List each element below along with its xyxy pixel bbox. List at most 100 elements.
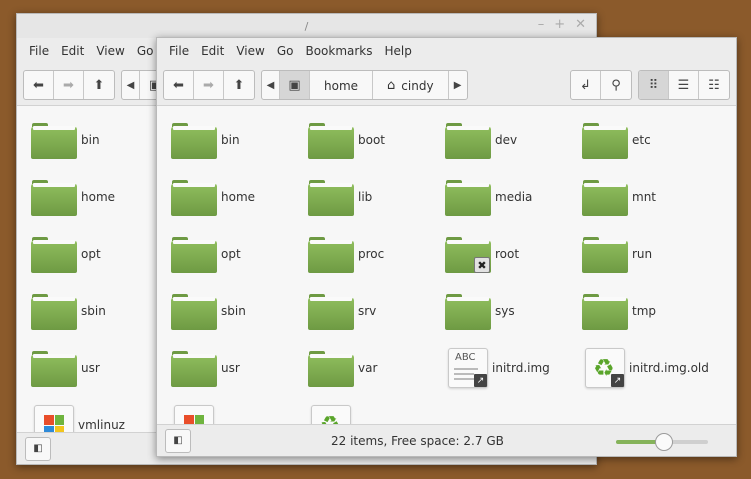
menu-bookmarks[interactable]: Bookmarks — [299, 44, 378, 58]
menu-view[interactable]: View — [90, 44, 130, 58]
icon-view-button[interactable]: ⠿ — [639, 70, 669, 99]
sidebar-toggle-button[interactable]: ◧ — [165, 428, 191, 453]
list-item[interactable]: mnt — [582, 175, 656, 219]
item-label: sys — [495, 304, 515, 318]
folder-icon — [308, 235, 354, 273]
chevron-right-icon: ▶ — [453, 80, 462, 91]
list-item[interactable]: sbin — [31, 289, 106, 333]
list-item[interactable]: bin — [171, 118, 240, 162]
back-button[interactable]: ⬅ — [24, 70, 54, 99]
file-view[interactable]: bin boot dev etc home lib media mnt opt … — [157, 106, 736, 426]
breadcrumb-right-button[interactable]: ▶ — [449, 71, 467, 99]
list-item[interactable]: etc — [582, 118, 651, 162]
menu-go[interactable]: Go — [271, 44, 300, 58]
menu-file[interactable]: File — [163, 44, 195, 58]
list-item[interactable]: proc — [308, 232, 384, 276]
folder-icon — [308, 292, 354, 330]
folder-no-access-icon: ✖ — [445, 235, 491, 273]
up-button[interactable]: ⬆ — [224, 71, 254, 99]
list-item[interactable] — [171, 403, 214, 426]
toggle-location-button[interactable]: ↲ — [571, 70, 601, 99]
item-label: boot — [358, 133, 386, 147]
text-file-icon: ABC ↗ — [448, 348, 488, 388]
folder-icon — [171, 121, 217, 159]
forward-button[interactable]: ➡ — [54, 70, 84, 99]
recycle-file-icon: ♻ — [311, 405, 351, 426]
list-item[interactable]: tmp — [582, 289, 656, 333]
list-item[interactable]: ✖ root — [445, 232, 519, 276]
folder-icon — [31, 292, 77, 330]
list-item[interactable]: ABC ↗ initrd.img — [445, 346, 550, 390]
chevron-left-icon: ◀ — [126, 80, 135, 91]
list-item[interactable]: srv — [308, 289, 376, 333]
forward-button[interactable]: ➡ — [194, 70, 224, 99]
breadcrumb-root-button[interactable]: ▣ — [280, 70, 310, 99]
close-button[interactable]: ✕ — [575, 17, 586, 32]
menu-help[interactable]: Help — [379, 44, 418, 58]
list-view-button[interactable]: ☰ — [669, 70, 699, 99]
folder-icon — [308, 349, 354, 387]
list-item[interactable]: dev — [445, 118, 517, 162]
zoom-slider[interactable] — [616, 433, 708, 451]
sidebar-toggle-button[interactable]: ◧ — [25, 436, 51, 461]
list-item[interactable]: home — [31, 175, 115, 219]
item-label: initrd.img — [492, 361, 550, 375]
search-button[interactable]: ⚲ — [601, 71, 631, 99]
menu-file[interactable]: File — [23, 44, 55, 58]
breadcrumb-home[interactable]: home — [310, 70, 374, 99]
breadcrumb-left-button[interactable]: ◀ — [122, 70, 140, 99]
zoom-slider-handle[interactable] — [654, 433, 673, 451]
list-item[interactable]: usr — [31, 346, 100, 390]
windows-executable-icon — [34, 405, 74, 434]
folder-icon — [31, 178, 77, 216]
back-window-titlebar[interactable]: / – + ✕ — [17, 14, 596, 38]
folder-icon — [171, 349, 217, 387]
minimize-button[interactable]: – — [538, 17, 545, 32]
breadcrumb-left-button[interactable]: ◀ — [262, 70, 280, 99]
compact-view-button[interactable]: ☷ — [699, 71, 729, 99]
arrow-right-icon: ➡ — [63, 78, 74, 93]
folder-icon — [171, 178, 217, 216]
item-label: bin — [81, 133, 100, 147]
front-menubar: File Edit View Go Bookmarks Help — [157, 38, 736, 64]
item-label: bin — [221, 133, 240, 147]
item-label: sbin — [81, 304, 106, 318]
list-item[interactable]: ♻ — [308, 403, 351, 426]
list-item[interactable]: sbin — [171, 289, 246, 333]
nav-buttons: ⬅ ➡ ⬆ — [163, 69, 255, 100]
folder-icon — [582, 121, 628, 159]
list-item[interactable]: usr — [171, 346, 240, 390]
arrow-up-icon: ⬆ — [93, 78, 105, 93]
folder-icon — [582, 178, 628, 216]
list-item[interactable]: home — [171, 175, 255, 219]
list-icon: ☰ — [677, 78, 690, 93]
list-item[interactable]: vmlinuz — [31, 403, 125, 434]
compact-icon: ☷ — [708, 78, 720, 93]
abc-glyph: ABC — [455, 352, 476, 363]
windows-executable-icon — [174, 405, 214, 426]
list-item[interactable]: lib — [308, 175, 372, 219]
item-label: etc — [632, 133, 651, 147]
sidebar-icon: ◧ — [33, 443, 43, 454]
list-item[interactable]: opt — [31, 232, 101, 276]
menu-edit[interactable]: Edit — [55, 44, 90, 58]
list-item[interactable]: run — [582, 232, 652, 276]
menu-view[interactable]: View — [230, 44, 270, 58]
list-item[interactable]: bin — [31, 118, 100, 162]
arrow-up-icon: ⬆ — [233, 78, 245, 93]
list-item[interactable]: boot — [308, 118, 385, 162]
breadcrumb-cindy[interactable]: ⌂ cindy — [373, 70, 449, 99]
list-item[interactable]: media — [445, 175, 532, 219]
list-item[interactable]: opt — [171, 232, 241, 276]
menu-edit[interactable]: Edit — [195, 44, 230, 58]
maximize-button[interactable]: + — [554, 17, 565, 32]
list-item[interactable]: var — [308, 346, 377, 390]
up-button[interactable]: ⬆ — [84, 71, 114, 99]
folder-icon — [308, 178, 354, 216]
item-label: media — [495, 190, 533, 204]
location-search-buttons: ↲ ⚲ — [570, 69, 632, 100]
list-item[interactable]: sys — [445, 289, 515, 333]
list-item[interactable]: ♻ ↗ initrd.img.old — [582, 346, 709, 390]
back-button[interactable]: ⬅ — [164, 70, 194, 99]
back-window-title: / — [304, 19, 309, 33]
